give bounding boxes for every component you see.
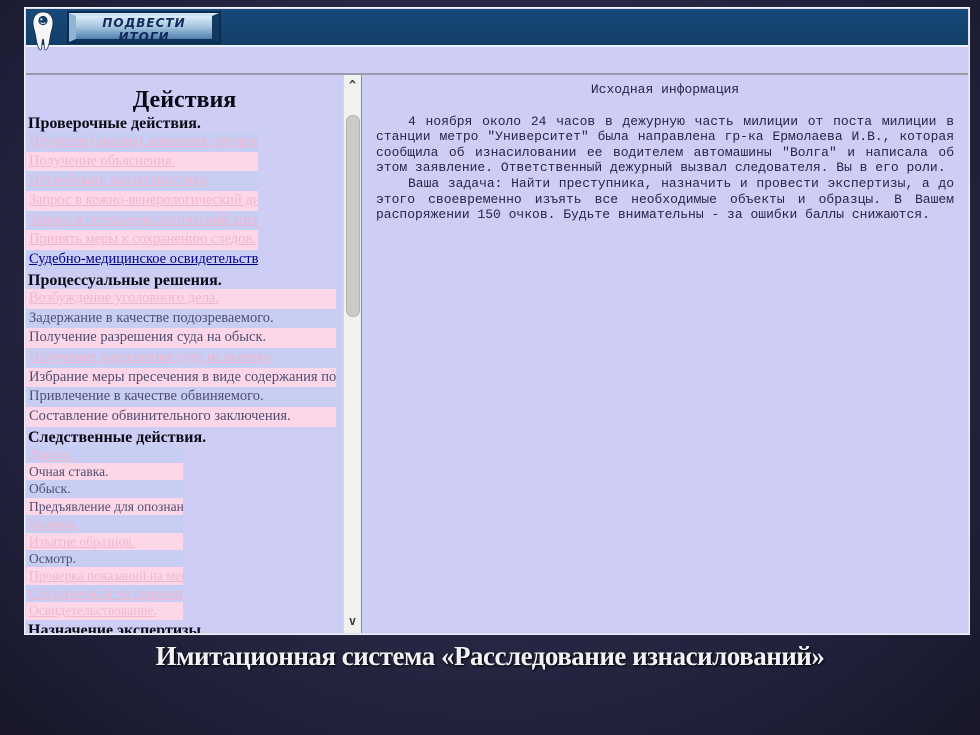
toolbar-spacer xyxy=(26,47,968,75)
action-item-row: Получение разрешения суда на обыск. xyxy=(26,328,336,348)
action-item-row: Возбуждение уголовного дела. xyxy=(26,289,336,309)
action-item-row: Задержание в качестве подозреваемого. xyxy=(26,309,336,329)
action-link-visited[interactable]: Допрос. xyxy=(29,447,75,462)
action-item-row: Осмотр. xyxy=(26,550,183,567)
action-item-row: Истребовать характеристику. xyxy=(26,171,258,191)
action-link-visited[interactable]: Запрос в психоневрологический диспансер. xyxy=(29,212,258,228)
action-item-row: Изучение (анализ) заявления потерпевшей. xyxy=(26,132,258,152)
section-header: Проверочные действия. xyxy=(28,115,343,132)
action-link-plain: Составление обвинительного заключения. xyxy=(29,408,291,424)
action-link-visited[interactable]: Выемка. xyxy=(29,516,77,531)
section-header: Процессуальные решения. xyxy=(28,272,343,289)
simulation-app-window: ПОДВЕСТИ ИТОГИ Действия Проверочные дейс… xyxy=(25,8,969,634)
action-link-active[interactable]: Судебно-медицинское освидетельствование. xyxy=(29,251,258,267)
action-item-row: Запрос в психоневрологический диспансер. xyxy=(26,211,258,231)
action-item-row: Обыск. xyxy=(26,480,183,497)
slide-caption: Имитационная система «Расследование изна… xyxy=(0,641,980,672)
action-item-row: Допрос. xyxy=(26,446,183,463)
action-item-row: Очная ставка. xyxy=(26,463,183,480)
action-link-plain: Привлечение в качестве обвиняемого. xyxy=(29,388,264,404)
action-item-row: Следственный эксперимент. xyxy=(26,585,183,602)
action-item-row: Изъятие образцов. xyxy=(26,533,183,550)
action-link-visited[interactable]: Запрос в кожно-венерологический диспансе… xyxy=(29,192,258,208)
action-link-visited[interactable]: Получение объяснения. xyxy=(29,153,175,169)
action-link-plain: Задержание в качестве подозреваемого. xyxy=(29,310,274,326)
action-link-visited[interactable]: Возбуждение уголовного дела. xyxy=(29,290,219,306)
action-link-visited[interactable]: Следственный эксперимент. xyxy=(29,586,183,601)
action-link-visited[interactable]: Изучение (анализ) заявления потерпевшей. xyxy=(29,133,258,149)
action-link-visited[interactable]: Проверка показаний на месте. xyxy=(29,568,183,583)
action-item-row: Предъявление для опознания. xyxy=(26,498,183,515)
frames-container: Действия Проверочные действия.Изучение (… xyxy=(26,75,968,633)
action-item-row: Выемка. xyxy=(26,515,183,532)
action-item-row: Запрос в кожно-венерологический диспансе… xyxy=(26,191,258,211)
actions-panel-title: Действия xyxy=(26,87,343,113)
action-item-row: Судебно-медицинское освидетельствование. xyxy=(26,250,258,270)
action-link-visited[interactable]: Истребовать характеристику. xyxy=(29,172,209,188)
action-item-row: Получение разрешения суда на выемку. xyxy=(26,348,336,368)
action-link-plain: Избрание меры пресечения в виде содержан… xyxy=(29,369,336,385)
slide: ПОДВЕСТИ ИТОГИ Действия Проверочные дейс… xyxy=(0,0,980,735)
action-link-plain: Обыск. xyxy=(29,481,71,496)
actions-sections: Проверочные действия.Изучение (анализ) з… xyxy=(26,115,343,633)
actions-scrollbar[interactable]: ^ v xyxy=(343,75,361,633)
section-header: Следственные действия. xyxy=(28,429,343,446)
action-link-plain: Осмотр. xyxy=(29,551,76,566)
summarize-button[interactable]: ПОДВЕСТИ ИТОГИ xyxy=(69,13,219,42)
action-link-visited[interactable]: Освидетельствование. xyxy=(29,603,157,618)
scrollbar-down-arrow-icon[interactable]: v xyxy=(344,613,361,629)
action-link-plain: Получение разрешения суда на обыск. xyxy=(29,329,266,345)
action-link-visited[interactable]: Получение разрешения суда на выемку. xyxy=(29,349,273,365)
info-paragraph: 4 ноября около 24 часов в дежурную часть… xyxy=(376,114,954,176)
action-link-plain: Очная ставка. xyxy=(29,464,108,479)
action-item-row: Избрание меры пресечения в виде содержан… xyxy=(26,368,336,388)
action-item-row: Освидетельствование. xyxy=(26,602,183,619)
action-item-row: Привлечение в качестве обвиняемого. xyxy=(26,387,336,407)
action-item-row: Получение объяснения. xyxy=(26,152,258,172)
action-item-row: Проверка показаний на месте. xyxy=(26,567,183,584)
info-panel: Исходная информация 4 ноября около 24 ча… xyxy=(366,75,968,633)
action-link-visited[interactable]: Принять меры к сохранению следов. xyxy=(29,231,256,247)
actions-panel: Действия Проверочные действия.Изучение (… xyxy=(26,75,343,633)
info-paragraph: Ваша задача: Найти преступника, назначит… xyxy=(376,176,954,223)
action-link-visited[interactable]: Изъятие образцов. xyxy=(29,534,135,549)
action-item-row: Принять меры к сохранению следов. xyxy=(26,230,258,250)
action-link-plain: Предъявление для опознания. xyxy=(29,499,183,514)
section-header: Назначение экспертизы xyxy=(28,622,343,633)
scrollbar-up-arrow-icon[interactable]: ^ xyxy=(344,77,361,93)
toolbar: ПОДВЕСТИ ИТОГИ xyxy=(26,9,968,47)
scrollbar-thumb[interactable] xyxy=(346,115,360,317)
info-panel-title: Исходная информация xyxy=(376,82,954,98)
action-item-row: Составление обвинительного заключения. xyxy=(26,407,336,427)
tooth-icon xyxy=(31,11,55,51)
